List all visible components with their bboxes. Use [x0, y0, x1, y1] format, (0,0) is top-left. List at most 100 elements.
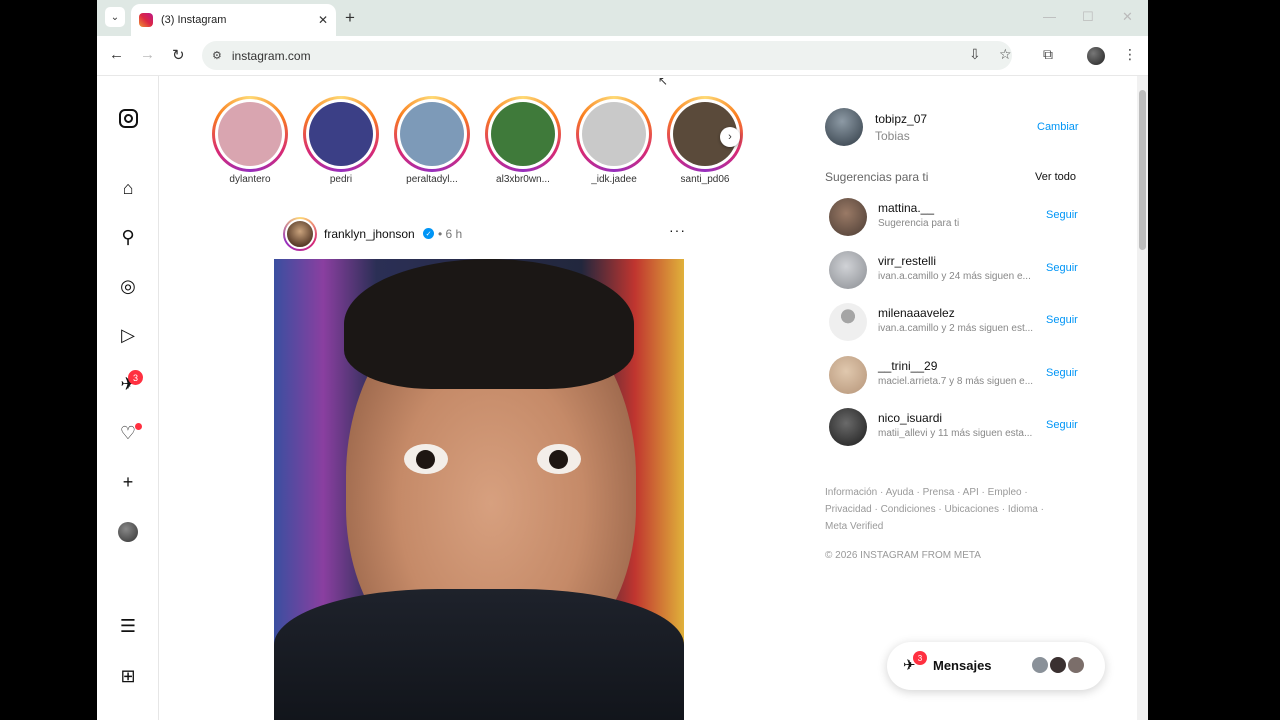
reload-icon[interactable]: ↻	[172, 46, 185, 64]
messages-label: Mensajes	[933, 658, 992, 673]
story-username: _idk.jadee	[591, 174, 637, 185]
suggestion-subtitle: Sugerencia para ti	[878, 218, 960, 229]
home-icon[interactable]: ⌂	[117, 177, 139, 199]
post-jacket	[274, 589, 684, 720]
current-user-avatar[interactable]	[825, 108, 863, 146]
follow-button[interactable]: Seguir	[1046, 209, 1078, 221]
close-window-icon[interactable]: ✕	[1122, 9, 1133, 25]
suggestion-avatar[interactable]	[829, 356, 867, 394]
instagram-logo-icon[interactable]	[117, 107, 139, 129]
address-bar[interactable]: ⚙ instagram.com	[202, 41, 1012, 70]
reels-icon[interactable]: ▷	[117, 324, 139, 346]
new-tab-icon[interactable]: +	[345, 8, 355, 28]
current-user-name: Tobias	[875, 129, 910, 143]
instagram-favicon-icon	[139, 13, 153, 27]
switch-account-button[interactable]: Cambiar	[1037, 121, 1079, 133]
verified-badge-icon: ✓	[423, 228, 434, 239]
back-icon[interactable]: ←	[109, 46, 124, 63]
suggestion-username[interactable]: nico_isuardi	[878, 411, 942, 425]
story-item[interactable]: dylantero	[212, 96, 288, 185]
post-avatar[interactable]	[283, 217, 317, 251]
suggestion-username[interactable]: virr_restelli	[878, 254, 936, 268]
tab-search-icon[interactable]: ⌄	[105, 7, 125, 27]
suggestions-title: Sugerencias para ti	[825, 170, 929, 184]
forward-icon[interactable]: →	[140, 46, 155, 63]
suggestion-item: virr_restelli ivan.a.camillo y 24 más si…	[829, 251, 1079, 291]
message-avatar	[1030, 655, 1050, 675]
post-username[interactable]: franklyn_jhonson	[324, 227, 415, 241]
browser-toolbar: ← → ↻ ⚙ instagram.com ⇩ ☆ ⧉ ⋮	[97, 36, 1148, 76]
maximize-icon[interactable]: ☐	[1082, 9, 1094, 25]
page-scrollbar[interactable]	[1137, 76, 1148, 720]
post-time: • 6 h	[438, 227, 463, 241]
create-icon[interactable]: +	[117, 471, 139, 493]
minimize-icon[interactable]: —	[1043, 9, 1056, 24]
story-username: santi_pd06	[680, 174, 730, 185]
post-eye	[537, 444, 581, 474]
story-item[interactable]: _idk.jadee	[576, 96, 652, 185]
browser-profile-avatar[interactable]	[1087, 47, 1105, 65]
suggestion-item: __trini__29 maciel.arrieta.7 y 8 más sig…	[829, 356, 1079, 396]
suggestion-subtitle: ivan.a.camillo y 24 más siguen e...	[878, 271, 1031, 282]
story-item[interactable]: pedri	[303, 96, 379, 185]
current-username[interactable]: tobipz_07	[875, 112, 927, 126]
follow-button[interactable]: Seguir	[1046, 367, 1078, 379]
suggestion-username[interactable]: __trini__29	[878, 359, 937, 373]
suggestion-avatar[interactable]	[829, 303, 867, 341]
suggestion-item: mattina.__ Sugerencia para ti Seguir	[829, 198, 1079, 238]
extensions-icon[interactable]: ⧉	[1043, 46, 1053, 63]
message-avatar	[1048, 655, 1068, 675]
scrollbar-thumb[interactable]	[1139, 90, 1146, 250]
search-icon[interactable]: ⚲	[117, 226, 139, 248]
stories-next-chevron-icon[interactable]: ›	[720, 127, 740, 147]
messages-pill-badge: 3	[913, 651, 927, 665]
story-username: al3xbr0wn...	[496, 174, 550, 185]
suggestion-username[interactable]: milenaaavelez	[878, 306, 955, 320]
suggestion-subtitle: ivan.a.camillo y 2 más siguen est...	[878, 323, 1034, 334]
story-item[interactable]: al3xbr0wn...	[485, 96, 561, 185]
follow-button[interactable]: Seguir	[1046, 419, 1078, 431]
post-options-icon[interactable]: ···	[669, 222, 686, 238]
suggestion-avatar[interactable]	[829, 408, 867, 446]
messages-pill[interactable]: ✈ 3 Mensajes	[887, 642, 1105, 690]
post-eye	[404, 444, 448, 474]
suggestion-username[interactable]: mattina.__	[878, 201, 934, 215]
site-settings-icon[interactable]: ⚙	[212, 49, 222, 62]
story-username: pedri	[329, 174, 353, 185]
post-hair	[344, 259, 634, 389]
messages-badge: 3	[128, 370, 143, 385]
suggestion-subtitle: matii_allevi y 11 más siguen esta...	[878, 428, 1033, 439]
see-all-link[interactable]: Ver todo	[1035, 171, 1076, 183]
profile-nav-avatar[interactable]	[118, 522, 138, 542]
tab-close-icon[interactable]: ✕	[318, 13, 328, 27]
post-header: franklyn_jhonson ✓ • 6 h ···	[283, 216, 693, 252]
explore-icon[interactable]: ◎	[117, 275, 139, 297]
follow-button[interactable]: Seguir	[1046, 314, 1078, 326]
follow-button[interactable]: Seguir	[1046, 262, 1078, 274]
story-item[interactable]: peraltadyl...	[394, 96, 470, 185]
mouse-cursor-icon: ↖	[658, 74, 669, 88]
tab-title: (3) Instagram	[161, 14, 227, 26]
post-image[interactable]	[274, 259, 684, 720]
suggestion-avatar[interactable]	[829, 251, 867, 289]
suggestion-item: milenaaavelez ivan.a.camillo y 2 más sig…	[829, 303, 1079, 343]
browser-menu-icon[interactable]: ⋮	[1123, 46, 1137, 63]
message-avatar	[1066, 655, 1086, 675]
browser-tab[interactable]: (3) Instagram ✕	[131, 4, 336, 36]
left-nav: ⌂ ⚲ ◎ ▷ ✈ 3 ♡ + ☰ ⊞	[97, 76, 159, 720]
story-username: peraltadyl...	[406, 174, 458, 185]
bookmark-star-icon[interactable]: ☆	[999, 46, 1012, 63]
instagram-page: ⌂ ⚲ ◎ ▷ ✈ 3 ♡ + ☰ ⊞ dylantero pedri pera…	[97, 76, 1137, 720]
suggestion-avatar[interactable]	[829, 198, 867, 236]
browser-window: ⌄ (3) Instagram ✕ + — ☐ ✕ ← → ↻ ⚙ instag…	[97, 0, 1148, 720]
suggestion-subtitle: maciel.arrieta.7 y 8 más siguen e...	[878, 376, 1034, 387]
tab-strip: ⌄ (3) Instagram ✕ + — ☐ ✕	[97, 0, 1148, 36]
threads-apps-icon[interactable]: ⊞	[117, 665, 139, 687]
story-username: dylantero	[229, 174, 271, 185]
notification-dot	[135, 423, 142, 430]
url-text[interactable]: instagram.com	[232, 49, 311, 63]
more-menu-icon[interactable]: ☰	[117, 615, 139, 637]
footer-links[interactable]: Información · Ayuda · Prensa · API · Emp…	[825, 484, 1055, 535]
install-app-icon[interactable]: ⇩	[969, 46, 981, 63]
copyright: © 2026 INSTAGRAM FROM META	[825, 550, 981, 561]
